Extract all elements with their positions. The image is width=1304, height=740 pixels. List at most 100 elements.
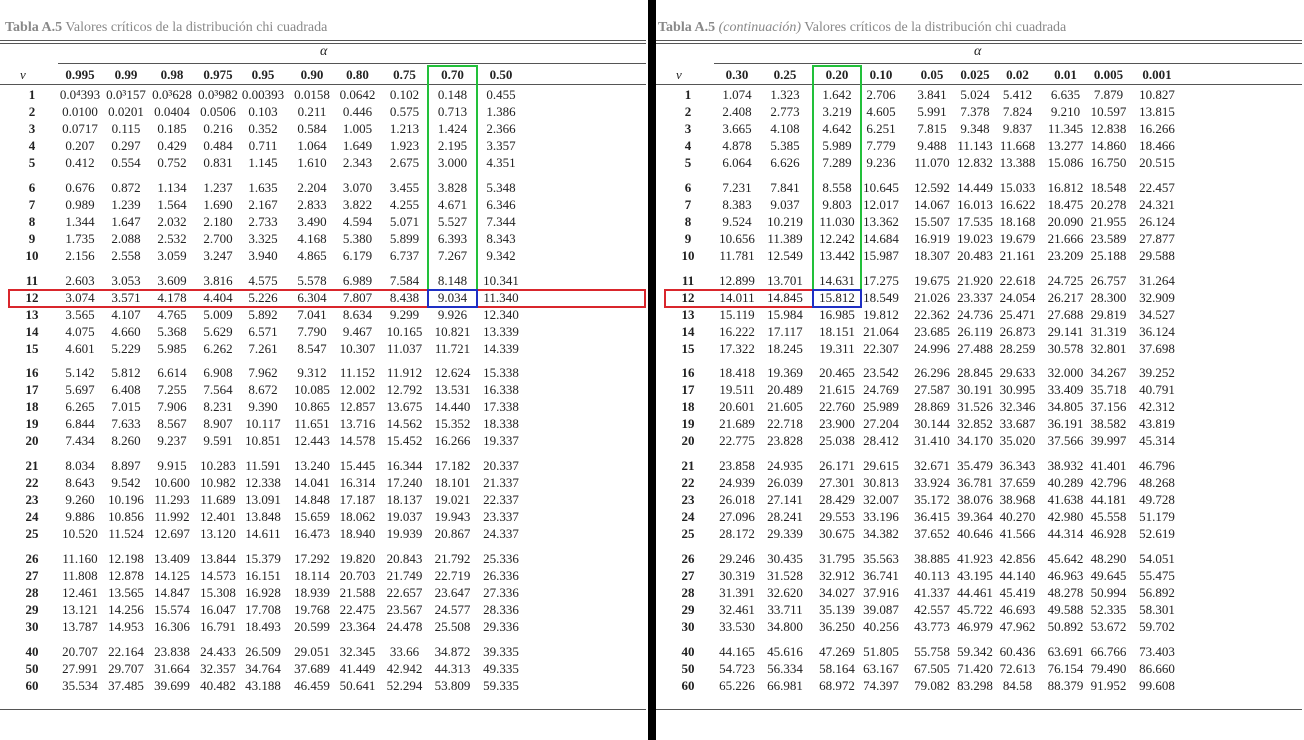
left-table-row: 1 0.0⁴393 0.0³157 0.0³628 0.0³982 0.00393 0.01… bbox=[0, 87, 646, 104]
left-table-cell: 6.989 bbox=[342, 272, 373, 288]
left-table-cell: 2.700 bbox=[203, 230, 233, 246]
left-table-cell: 24.577 bbox=[434, 601, 471, 617]
right-table-cell: 3.665 bbox=[722, 121, 752, 137]
right-table-cell: 23.900 bbox=[819, 416, 855, 432]
left-table-cell: 14.573 bbox=[200, 567, 236, 583]
left-table-cell: 16.928 bbox=[245, 584, 281, 600]
left-row-degrees: 5 bbox=[28, 155, 36, 171]
right-table-cell: 37.659 bbox=[999, 475, 1036, 491]
left-table-cell: 18.101 bbox=[434, 475, 471, 491]
right-table-cell: 32.671 bbox=[914, 458, 950, 473]
right-table-cell: 40.113 bbox=[914, 567, 950, 583]
left-table-cell: 2.167 bbox=[248, 196, 278, 212]
left-table-row: 3 0.0717 0.115 0.185 0.216 0.352 0.584 1.005 1.2… bbox=[0, 121, 646, 138]
right-table-cell: 29.339 bbox=[767, 526, 803, 542]
left-table-cell: 12.624 bbox=[434, 365, 471, 381]
left-row-degrees: 11 bbox=[25, 272, 39, 288]
right-table-cell: 6.635 bbox=[1050, 87, 1081, 102]
left-table-cell: 1.690 bbox=[203, 196, 233, 212]
right-table-cell: 37.566 bbox=[1047, 433, 1084, 449]
left-table-cell: 46.459 bbox=[294, 677, 330, 693]
right-table-cell: 18.475 bbox=[1047, 196, 1084, 212]
right-table-cell: 13.701 bbox=[767, 272, 803, 288]
left-table-cell: 17.182 bbox=[434, 458, 471, 473]
left-table-cell: 33.66 bbox=[389, 643, 420, 659]
left-table-cell: 9.591 bbox=[203, 433, 233, 449]
left-table-cell: 1.064 bbox=[297, 138, 327, 154]
left-table-cell: 0.676 bbox=[65, 179, 95, 195]
left-table-cell: 21.792 bbox=[434, 550, 471, 566]
right-table-row: 11 12.899 13.701 14.631 17.275 19.675 21.920 22… bbox=[656, 273, 1302, 290]
right-table-cell: 18.548 bbox=[1090, 179, 1127, 195]
right-table-cell: 10.827 bbox=[1139, 87, 1175, 102]
right-table-row: 13 15.119 15.984 16.985 19.812 22.362 24.736 25… bbox=[656, 307, 1302, 324]
right-table-cell: 29.588 bbox=[1139, 247, 1175, 263]
left-table-cell: 11.689 bbox=[200, 492, 236, 508]
right-table-cell: 35.563 bbox=[863, 550, 899, 566]
right-table-cell: 38.968 bbox=[999, 492, 1036, 508]
left-table-cell: 34.764 bbox=[245, 660, 281, 676]
left-table-cell: 1.237 bbox=[203, 179, 233, 195]
left-table-cell: 1.635 bbox=[248, 179, 278, 195]
right-table-cell: 16.919 bbox=[914, 230, 950, 246]
left-table-cell: 5.380 bbox=[342, 230, 373, 246]
left-header-alpha: 0.98 bbox=[160, 67, 184, 82]
left-table-cell: 16.473 bbox=[294, 526, 330, 542]
left-table-row: 25 10.520 11.524 12.697 13.120 14.611 16.473 18… bbox=[0, 526, 646, 543]
left-table-cell: 15.379 bbox=[245, 550, 281, 566]
left-table-cell: 0.216 bbox=[203, 121, 233, 137]
left-table-row: 23 9.260 10.196 11.293 11.689 13.091 14.848 17.… bbox=[0, 492, 646, 509]
left-table-cell: 15.352 bbox=[434, 416, 471, 432]
right-table-cell: 12.592 bbox=[914, 179, 950, 195]
right-table-cell: 14.860 bbox=[1090, 138, 1127, 154]
right-table-cell: 8.383 bbox=[722, 196, 752, 212]
right-table-cell: 53.672 bbox=[1090, 618, 1127, 634]
left-table-cell: 14.256 bbox=[108, 601, 144, 617]
right-table-cell: 36.191 bbox=[1047, 416, 1084, 432]
right-table-cell: 51.179 bbox=[1139, 509, 1175, 525]
right-table-cell: 35.718 bbox=[1090, 382, 1127, 398]
right-table-row: 19 21.689 22.718 23.900 27.204 30.144 32.852 33… bbox=[656, 416, 1302, 433]
left-table-cell: 13.844 bbox=[200, 550, 236, 566]
right-table-cell: 7.378 bbox=[960, 104, 990, 120]
left-table-cell: 3.490 bbox=[297, 213, 327, 229]
left-table-cell: 8.643 bbox=[65, 475, 95, 491]
left-table-cell: 18.493 bbox=[245, 618, 281, 634]
left-table-cell: 11.524 bbox=[108, 526, 144, 542]
left-table-cell: 19.939 bbox=[386, 526, 423, 542]
right-table-cell: 19.369 bbox=[767, 365, 803, 381]
right-table-cell: 34.170 bbox=[957, 433, 993, 449]
right-table-cell: 11.781 bbox=[719, 247, 755, 263]
left-table-cell: 3.059 bbox=[157, 247, 187, 263]
left-table-cell: 24.337 bbox=[483, 526, 519, 542]
right-header-alpha: 0.10 bbox=[869, 67, 893, 82]
right-table-cell: 56.892 bbox=[1139, 584, 1175, 600]
left-table-cell: 18.114 bbox=[294, 567, 330, 583]
left-table-row: 2 0.0100 0.0201 0.0404 0.0506 0.103 0.211 0.446… bbox=[0, 104, 646, 121]
right-table-cell: 11.389 bbox=[767, 230, 803, 246]
right-table-cell: 18.466 bbox=[1139, 138, 1175, 154]
right-table-row: 29 32.461 33.711 35.139 39.087 42.557 45.722 46… bbox=[656, 602, 1302, 619]
left-table-cell: 2.180 bbox=[203, 213, 233, 229]
right-table-cell: 30.191 bbox=[957, 382, 993, 398]
right-table-cell: 63.167 bbox=[863, 660, 899, 676]
right-table-cell: 22.362 bbox=[914, 306, 950, 322]
left-title-text: Valores críticos de la distribución chi … bbox=[65, 20, 328, 35]
left-table-cell: 13.565 bbox=[108, 584, 144, 600]
right-table-cell: 59.342 bbox=[957, 643, 993, 659]
left-table-cell: 5.892 bbox=[248, 306, 278, 322]
right-table-cell: 72.613 bbox=[999, 660, 1036, 676]
left-table-cell: 7.790 bbox=[297, 323, 327, 339]
left-table-cell: 20.867 bbox=[434, 526, 471, 542]
right-row-degrees: 14 bbox=[681, 323, 695, 339]
right-title-italic: (continuación) bbox=[718, 20, 801, 35]
left-table-cell: 15.308 bbox=[200, 584, 236, 600]
right-table-cell: 9.210 bbox=[1050, 104, 1081, 120]
right-table-cell: 50.892 bbox=[1047, 618, 1084, 634]
right-table-cell: 56.334 bbox=[767, 660, 803, 676]
right-table-row: 26 29.246 30.435 31.795 35.563 38.885 41.923 42… bbox=[656, 551, 1302, 568]
right-table-row: 14 16.222 17.117 18.151 21.064 23.685 26.119 26… bbox=[656, 324, 1302, 341]
right-table-cell: 23.685 bbox=[914, 323, 950, 339]
left-table-cell: 0.554 bbox=[111, 155, 141, 171]
right-table-cell: 33.530 bbox=[719, 618, 755, 634]
